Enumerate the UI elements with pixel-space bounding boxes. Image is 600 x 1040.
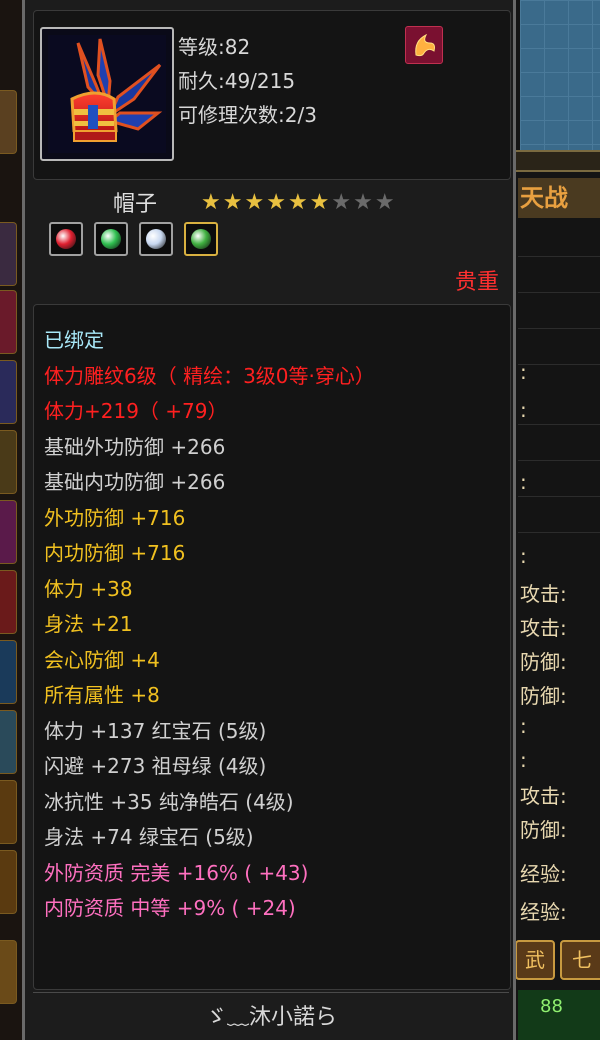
item-stats-panel: 已绑定体力雕纹6级（ 精绘：3级0等·穿心） 体力+219（ +79） 基础外功防御… — [33, 304, 511, 990]
right-label: 攻击: — [520, 616, 567, 640]
item-owner: ゞ﹏沐小諾ら — [204, 1005, 337, 1030]
right-label: 经验: — [520, 900, 567, 924]
stat-line: 闪避 +273 祖母绿 (4级) — [44, 754, 267, 778]
stat-line: 外功防御 +716 — [44, 505, 186, 530]
red-gem-icon — [56, 229, 76, 249]
right-label: : — [520, 398, 527, 422]
hotbar-slot[interactable] — [0, 940, 17, 1004]
hotbar-slot[interactable] — [0, 290, 17, 354]
stat-line: 内功防御 +716 — [44, 541, 186, 565]
star-filled-icon: ★ — [266, 190, 286, 215]
stat-line: 体力+219（ +79） — [44, 399, 228, 423]
item-tooltip: 等级:82 耐久:49/215 可修理次数:2/3 帽子 ★★★★★★★★★ 贵… — [22, 0, 516, 1040]
green-gem-icon — [191, 229, 212, 249]
stat-line: 冰抗性 +35 纯净皓石 (4级) — [44, 789, 294, 814]
star-empty-icon: ★ — [374, 190, 395, 215]
hotbar-slot[interactable] — [0, 222, 17, 286]
right-label: : — [520, 470, 527, 494]
star-filled-icon: ★ — [244, 190, 265, 215]
hotbar-slot[interactable] — [0, 640, 17, 704]
stat-line: 身法 +21 — [44, 612, 133, 636]
star-rating: ★★★★★★★★★ — [201, 190, 397, 215]
right-row — [518, 262, 600, 293]
right-tab-button[interactable]: 七 — [560, 940, 600, 980]
right-label: : — [520, 360, 527, 384]
item-name: 帽子 — [113, 192, 158, 217]
hotbar-slot[interactable] — [0, 90, 17, 154]
star-empty-icon: ★ — [353, 190, 373, 215]
tooltip-header: 等级:82 耐久:49/215 可修理次数:2/3 — [33, 10, 511, 180]
stat-line: 体力 +38 — [44, 576, 133, 601]
hotbar-slot[interactable] — [0, 570, 17, 634]
right-label: 攻击: — [520, 582, 567, 606]
gem-slot — [184, 222, 219, 256]
stat-line: 体力雕纹6级（ 精绘：3级0等·穿心） — [44, 363, 375, 388]
right-label: : — [520, 544, 527, 568]
right-label: 经验: — [520, 862, 567, 886]
hotbar-slot[interactable] — [0, 850, 17, 914]
stat-line: 外防资质 完美 +16% ( +43) — [44, 860, 309, 885]
tooltip-footer: ゞ﹏沐小諾ら — [33, 992, 509, 1033]
green-gem-icon — [101, 229, 122, 249]
gem-slots — [49, 222, 224, 260]
star-filled-icon: ★ — [309, 190, 330, 215]
hotbar-slot[interactable] — [0, 780, 17, 844]
star-empty-icon: ★ — [331, 190, 352, 215]
hotbar-slot[interactable] — [0, 500, 17, 564]
hotbar-slot[interactable] — [0, 360, 17, 424]
white-gem-icon — [146, 229, 167, 249]
stat-line: 所有属性 +8 — [44, 683, 160, 707]
right-label: 攻击: — [520, 784, 567, 808]
item-icon-frame — [40, 27, 174, 161]
right-label: : — [520, 714, 527, 738]
right-row — [518, 226, 600, 257]
star-filled-icon: ★ — [287, 190, 308, 215]
star-filled-icon: ★ — [222, 190, 243, 215]
item-repair-count: 可修理次数:2/3 — [178, 103, 317, 127]
item-level: 等级:82 — [178, 35, 251, 59]
banner-decoration — [516, 150, 600, 172]
right-row — [518, 298, 600, 329]
item-durability: 耐久:49/215 — [178, 69, 296, 93]
stat-line: 基础内功防御 +266 — [44, 470, 226, 494]
stat-line: 基础外功防御 +266 — [44, 434, 226, 459]
gem-slot — [49, 222, 83, 256]
right-row — [518, 502, 600, 533]
right-banner: 天战 — [518, 178, 600, 218]
gem-slot — [94, 222, 129, 256]
stat-line: 体力 +137 红宝石 (5级) — [44, 718, 267, 743]
stat-line: 会心防御 +4 — [44, 647, 160, 672]
right-label: 防御: — [520, 650, 567, 674]
right-label: 防御: — [520, 818, 567, 842]
stat-line: 内防资质 中等 +9% ( +24) — [44, 896, 296, 920]
item-name-row: 帽子 ★★★★★★★★★ 贵重 — [33, 182, 509, 295]
hat-icon — [48, 35, 166, 153]
star-filled-icon: ★ — [201, 190, 221, 215]
phoenix-badge-icon — [405, 26, 443, 64]
stat-line: 身法 +74 绿宝石 (5级) — [44, 825, 254, 849]
right-number: 88 — [540, 996, 563, 1017]
gem-slot — [139, 222, 174, 256]
stat-line: 已绑定 — [44, 328, 104, 352]
right-row — [518, 430, 600, 461]
item-rarity: 贵重 — [454, 270, 499, 295]
hotbar-slot[interactable] — [0, 710, 17, 774]
left-hotbar — [0, 0, 22, 1040]
right-label: : — [520, 748, 527, 772]
minimap-grid — [520, 0, 600, 150]
right-label: 防御: — [520, 684, 567, 708]
right-tab-button[interactable]: 武 — [515, 940, 555, 980]
hotbar-slot[interactable] — [0, 430, 17, 494]
